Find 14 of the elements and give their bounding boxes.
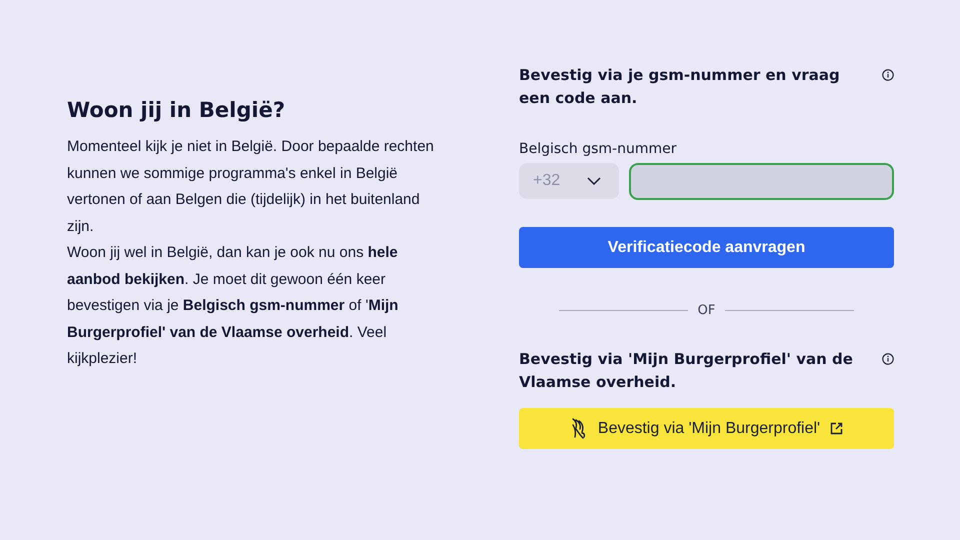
info-icon[interactable]	[882, 353, 894, 365]
phone-input[interactable]	[629, 163, 894, 200]
field-label: Belgisch gsm-nummer	[519, 141, 678, 157]
request-code-button[interactable]: Verificatiecode aanvragen	[519, 227, 894, 268]
burgerprofiel-button[interactable]: Bevestig via 'Mijn Burgerprofiel'	[519, 408, 894, 449]
external-link-icon	[830, 422, 844, 435]
section-title: Bevestig via je gsm-nummer en vraag een code aan.	[519, 65, 841, 109]
chevron-down-icon	[587, 177, 601, 185]
page-title: Woon jij in België?	[67, 98, 286, 122]
divider-label: OF	[698, 303, 716, 318]
info-paragraph: Momenteel kijk je niet in België. Door bepaalde rechten kunnen we sommige programma's enkel in België vertonen of aan Belgen die (tijdelijk) in het buitenland zijn.	[67, 137, 435, 236]
info-paragraph: Woon jij wel in België, dan kan je ook nu ons hele aanbod bekijken. Je moet dit gewoon één keer bevestigen via je Belgisch gsm-nummer of 'Mijn Burgerprofiel' van de Vlaamse overheid. Veel kijkplezier!	[67, 243, 400, 369]
section-title: Bevestig via 'Mijn Burgerprofiel' van de Vlaamse overheid.	[519, 349, 854, 393]
info-icon[interactable]	[882, 69, 894, 81]
